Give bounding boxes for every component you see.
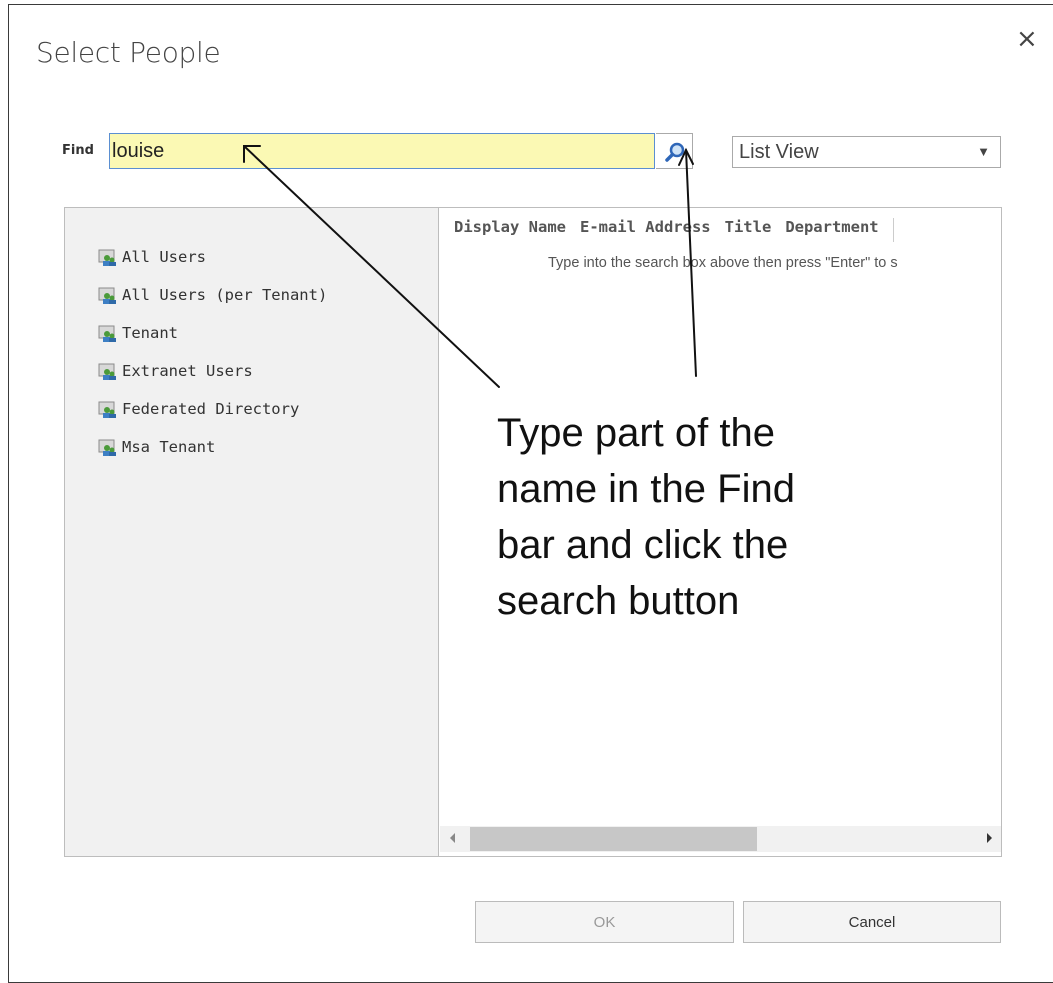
directory-label: All Users xyxy=(122,248,206,266)
view-select-value: List View xyxy=(739,141,819,163)
directory-label: Tenant xyxy=(122,324,178,342)
directory-item[interactable]: All Users xyxy=(98,248,327,286)
directory-label: Msa Tenant xyxy=(122,438,216,456)
column-title[interactable]: Title xyxy=(725,218,772,242)
ok-button[interactable]: OK xyxy=(475,901,734,943)
scroll-left-icon[interactable] xyxy=(450,833,455,843)
column-display-name[interactable]: Display Name xyxy=(454,218,566,242)
directory-item[interactable]: Tenant xyxy=(98,324,327,362)
instruction-callout: Type part of the name in the Find bar an… xyxy=(497,411,795,623)
dialog-title: Select People xyxy=(36,36,221,69)
directory-pane: All Users All Users (per Tenant) Tenant … xyxy=(65,208,439,856)
users-directory-icon xyxy=(98,439,116,456)
directory-label: All Users (per Tenant) xyxy=(122,286,328,304)
scrollbar-thumb[interactable] xyxy=(470,827,757,851)
horizontal-scrollbar[interactable] xyxy=(440,826,1001,852)
column-email-address[interactable]: E-mail Address xyxy=(580,218,711,242)
view-select[interactable]: List View ▼ xyxy=(732,136,1001,168)
users-directory-icon xyxy=(98,401,116,418)
results-grid-header: Display Name E-mail Address Title Depart… xyxy=(440,218,906,242)
cancel-button[interactable]: Cancel xyxy=(743,901,1001,943)
search-hint: Type into the search box above then pres… xyxy=(548,255,898,271)
directory-item[interactable]: Msa Tenant xyxy=(98,438,327,476)
users-directory-icon xyxy=(98,249,116,266)
find-label: Find xyxy=(62,143,94,158)
close-icon[interactable]: × xyxy=(1016,26,1038,52)
users-directory-icon xyxy=(98,363,116,380)
find-input[interactable] xyxy=(109,133,655,169)
directory-item[interactable]: Extranet Users xyxy=(98,362,327,400)
directory-label: Federated Directory xyxy=(122,400,300,418)
column-divider xyxy=(892,218,906,242)
chevron-down-icon: ▼ xyxy=(977,144,990,159)
directory-label: Extranet Users xyxy=(122,362,253,380)
users-directory-icon xyxy=(98,287,116,304)
search-icon xyxy=(665,142,685,162)
search-button[interactable] xyxy=(656,133,693,169)
column-department[interactable]: Department xyxy=(785,218,878,242)
directory-item[interactable]: Federated Directory xyxy=(98,400,327,438)
users-directory-icon xyxy=(98,325,116,342)
directory-item[interactable]: All Users (per Tenant) xyxy=(98,286,327,324)
scroll-right-icon[interactable] xyxy=(987,833,992,843)
directory-list: All Users All Users (per Tenant) Tenant … xyxy=(98,248,327,476)
